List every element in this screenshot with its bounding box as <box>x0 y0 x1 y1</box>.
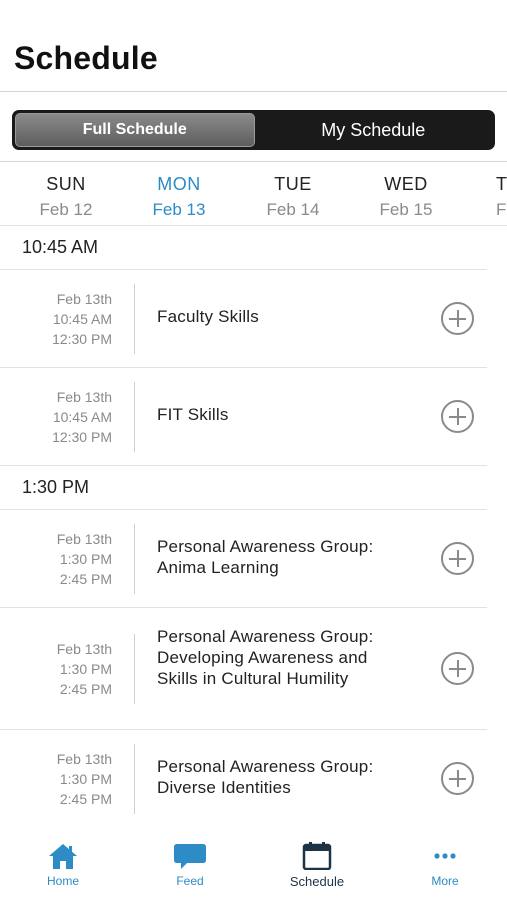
session-row[interactable]: Feb 13th 1:30 PM 2:45 PM Personal Awaren… <box>0 730 487 828</box>
session-title: FIT Skills <box>157 405 229 424</box>
session-row[interactable]: Feb 13th 1:30 PM 2:45 PM Personal Awaren… <box>0 510 487 608</box>
tab-label: More <box>431 874 459 888</box>
session-divider <box>134 284 135 354</box>
add-to-schedule-icon[interactable] <box>441 542 474 575</box>
session-times: Feb 13th 1:30 PM 2:45 PM <box>22 749 112 809</box>
day-sun[interactable]: SUN Feb 12 <box>26 174 106 220</box>
day-date: Feb 13 <box>152 200 206 219</box>
session-title: Faculty Skills <box>157 307 259 326</box>
session-times: Feb 13th 1:30 PM 2:45 PM <box>22 529 112 589</box>
session-start: 1:30 PM <box>59 661 112 677</box>
tab-schedule[interactable]: Schedule <box>272 842 362 889</box>
session-date: Feb 13th <box>56 531 112 547</box>
session-times: Feb 13th 1:30 PM 2:45 PM <box>22 639 112 699</box>
session-date: Feb 13th <box>56 291 112 307</box>
chat-bubble-icon <box>174 844 206 869</box>
add-to-schedule-icon[interactable] <box>441 762 474 795</box>
session-date: Feb 13th <box>56 641 112 657</box>
bottom-tab-bar: Home Feed Schedule More <box>0 830 507 900</box>
day-date: Fe <box>496 200 507 219</box>
session-end: 12:30 PM <box>52 331 112 347</box>
session-title: Personal Awareness Group: Anima Learning <box>157 537 374 577</box>
tab-label: Feed <box>176 874 204 888</box>
session-divider <box>134 524 135 594</box>
session-end: 2:45 PM <box>59 791 112 807</box>
day-name: TUE <box>274 174 312 194</box>
day-name: T <box>496 174 507 194</box>
day-mon[interactable]: MON Feb 13 <box>139 174 219 220</box>
session-start: 1:30 PM <box>59 771 112 787</box>
tab-feed[interactable]: Feed <box>145 842 235 888</box>
session-divider <box>134 634 135 704</box>
time-group-header: 1:30 PM <box>0 466 487 510</box>
tab-label: Home <box>46 874 79 888</box>
my-schedule-tab[interactable]: My Schedule <box>255 113 493 147</box>
tab-label: Schedule <box>289 874 345 889</box>
page-title: Schedule <box>14 40 158 76</box>
session-divider <box>134 744 135 814</box>
session-title: Personal Awareness Group: Developing Awa… <box>157 627 374 688</box>
session-row[interactable]: Feb 13th 1:30 PM 2:45 PM Personal Awaren… <box>0 608 487 730</box>
session-title: Personal Awareness Group: Diverse Identi… <box>157 757 374 797</box>
session-list: 10:45 AM Feb 13th 10:45 AM 12:30 PM Facu… <box>0 226 507 828</box>
session-divider <box>134 382 135 452</box>
day-name: SUN <box>46 174 86 194</box>
session-start: 1:30 PM <box>59 551 112 567</box>
session-times: Feb 13th 10:45 AM 12:30 PM <box>22 289 112 349</box>
day-date: Feb 14 <box>266 200 320 219</box>
tab-home[interactable]: Home <box>18 842 108 888</box>
day-tue[interactable]: TUE Feb 14 <box>253 174 333 220</box>
tab-more[interactable]: More <box>400 842 490 888</box>
session-row[interactable]: Feb 13th 10:45 AM 12:30 PM FIT Skills <box>0 368 487 466</box>
session-end: 2:45 PM <box>59 571 112 587</box>
session-date: Feb 13th <box>56 389 112 405</box>
day-wed[interactable]: WED Feb 15 <box>366 174 446 220</box>
add-to-schedule-icon[interactable] <box>441 652 474 685</box>
day-name: MON <box>157 174 201 194</box>
more-dots-icon <box>434 853 456 859</box>
day-name: WED <box>384 174 428 194</box>
day-strip: SUN Feb 12 MON Feb 13 TUE Feb 14 WED Feb… <box>0 162 507 226</box>
day-date: Feb 15 <box>379 200 433 219</box>
session-start: 10:45 AM <box>52 311 112 327</box>
session-end: 12:30 PM <box>52 429 112 445</box>
session-start: 10:45 AM <box>52 409 112 425</box>
session-end: 2:45 PM <box>59 681 112 697</box>
schedule-toggle: Full Schedule My Schedule <box>12 110 495 150</box>
home-icon <box>49 844 77 869</box>
calendar-icon <box>302 842 332 870</box>
schedule-toggle-bar: Full Schedule My Schedule <box>0 92 507 162</box>
session-row[interactable]: Feb 13th 10:45 AM 12:30 PM Faculty Skill… <box>0 270 487 368</box>
day-thu[interactable]: T Fe <box>496 174 507 220</box>
add-to-schedule-icon[interactable] <box>441 302 474 335</box>
time-group-header: 10:45 AM <box>0 226 487 270</box>
header: Schedule <box>0 0 507 92</box>
session-times: Feb 13th 10:45 AM 12:30 PM <box>22 387 112 447</box>
session-date: Feb 13th <box>56 751 112 767</box>
add-to-schedule-icon[interactable] <box>441 400 474 433</box>
day-date: Feb 12 <box>39 200 93 219</box>
full-schedule-tab[interactable]: Full Schedule <box>15 113 255 147</box>
